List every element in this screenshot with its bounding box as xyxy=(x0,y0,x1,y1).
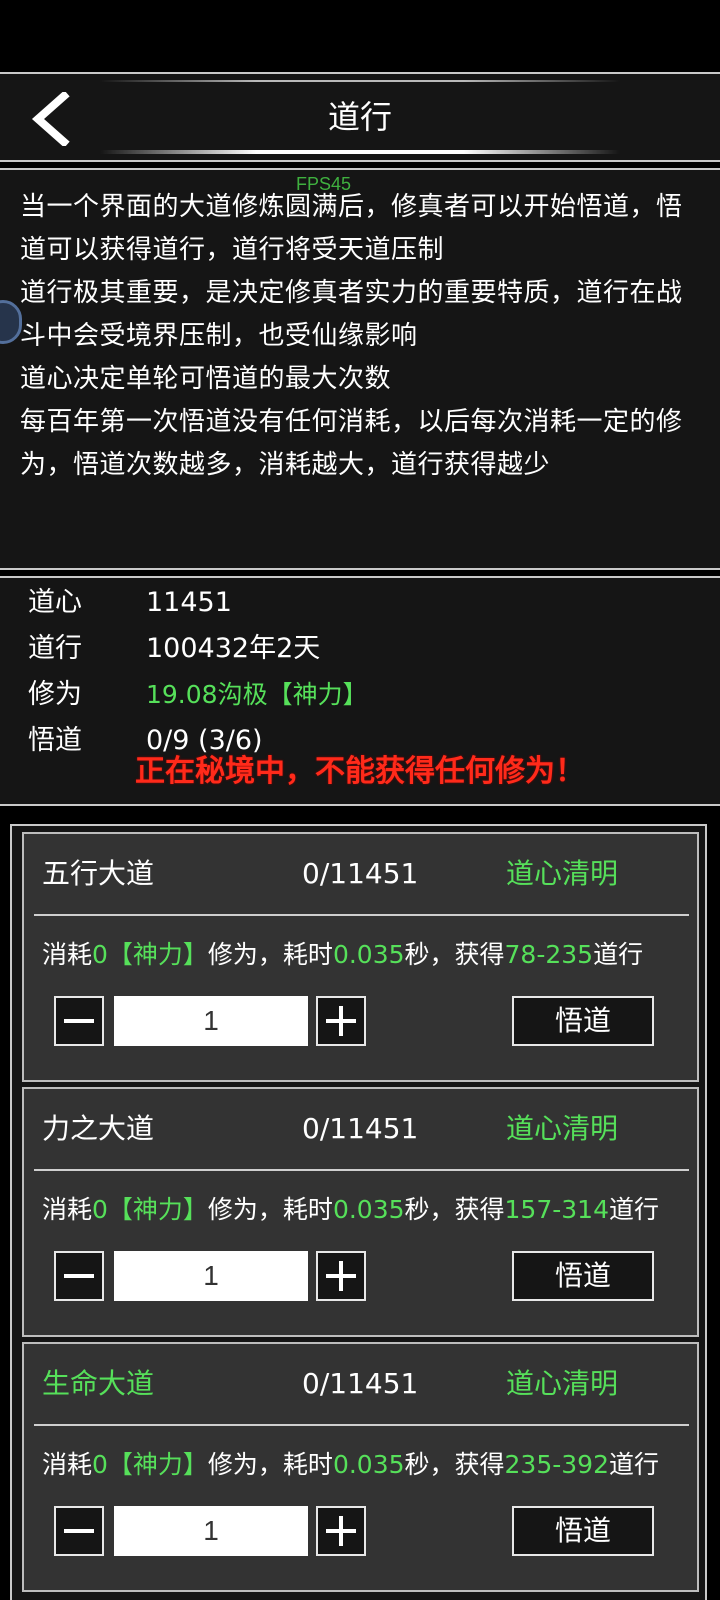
page-title: 道行 xyxy=(327,98,392,136)
gain-suffix: 道行 xyxy=(593,940,644,969)
stat-label: 道心 xyxy=(28,587,82,618)
gain-suffix: 道行 xyxy=(609,1450,660,1479)
wudao-button[interactable]: 悟道 xyxy=(512,1506,654,1556)
description-line: 道行极其重要，是决定修真者实力的重要特质，道行在战 xyxy=(20,278,683,308)
description-line: 道可以获得道行，道行将受天道压制 xyxy=(20,235,445,265)
cost-time-suffix: 秒，获得 xyxy=(404,1450,505,1479)
dao-cost-text: 消耗0【神力】修为，耗时0.035秒，获得78-235道行 xyxy=(42,934,643,976)
quantity-input[interactable] xyxy=(114,1506,308,1556)
cost-amount: 0【神力】 xyxy=(92,1195,208,1224)
dao-card-wuxing: 五行大道 0/11451 道心清明 消耗0【神力】修为，耗时0.035秒，获得7… xyxy=(22,832,699,1082)
cost-prefix: 消耗 xyxy=(42,1450,93,1479)
increase-button[interactable] xyxy=(316,1251,366,1301)
dao-name: 生命大道 xyxy=(42,1367,155,1400)
dao-status: 道心清明 xyxy=(506,1112,619,1145)
gain-range: 78-235 xyxy=(504,940,594,969)
gain-range: 235-392 xyxy=(504,1450,609,1479)
card-divider xyxy=(34,1424,689,1426)
cost-time-suffix: 秒，获得 xyxy=(404,940,505,969)
wudao-button[interactable]: 悟道 xyxy=(512,996,654,1046)
increase-button[interactable] xyxy=(316,996,366,1046)
quantity-input[interactable] xyxy=(114,1251,308,1301)
description-line: 为，悟道次数越多，消耗越大，道行获得越少 xyxy=(20,450,551,480)
description-panel: 当一个界面的大道修炼圆满后，修真者可以开始悟道，悟 道可以获得道行，道行将受天道… xyxy=(0,168,720,570)
cost-mid: 修为，耗时 xyxy=(207,1450,333,1479)
secret-realm-warning: 正在秘境中，不能获得任何修为！ xyxy=(135,754,585,789)
dao-name: 五行大道 xyxy=(42,857,155,890)
card-divider xyxy=(34,914,689,916)
dao-cost-text: 消耗0【神力】修为，耗时0.035秒，获得235-392道行 xyxy=(42,1444,659,1486)
increase-button[interactable] xyxy=(316,1506,366,1556)
dao-card-shengming: 生命大道 0/11451 道心清明 消耗0【神力】修为，耗时0.035秒，获得2… xyxy=(22,1342,699,1592)
decrease-button[interactable] xyxy=(54,996,104,1046)
decrease-button[interactable] xyxy=(54,1251,104,1301)
cost-amount: 0【神力】 xyxy=(92,940,208,969)
stat-value: 19.08沟极【神力】 xyxy=(146,680,368,709)
cost-mid: 修为，耗时 xyxy=(207,940,333,969)
stats-panel: 道心 11451 道行 100432年2天 修为 19.08沟极【神力】 悟道 … xyxy=(0,576,720,806)
card-divider xyxy=(34,1169,689,1171)
description-line: 当一个界面的大道修炼圆满后，修真者可以开始悟道，悟 xyxy=(20,192,683,222)
stat-value: 100432年2天 xyxy=(146,633,321,664)
dao-list-panel: 五行大道 0/11451 道心清明 消耗0【神力】修为，耗时0.035秒，获得7… xyxy=(10,824,707,1600)
cost-time: 0.035 xyxy=(332,940,405,969)
stat-label: 修为 xyxy=(28,679,82,710)
quantity-input[interactable] xyxy=(114,996,308,1046)
description-line: 每百年第一次悟道没有任何消耗，以后每次消耗一定的修 xyxy=(20,407,683,437)
header-bottom-line xyxy=(100,150,620,154)
dao-status: 道心清明 xyxy=(506,857,619,890)
cost-amount: 0【神力】 xyxy=(92,1450,208,1479)
cost-prefix: 消耗 xyxy=(42,1195,93,1224)
fps-counter: FPS45 xyxy=(296,174,352,194)
decrease-button[interactable] xyxy=(54,1506,104,1556)
back-arrow-icon[interactable] xyxy=(28,92,72,146)
gain-range: 157-314 xyxy=(504,1195,609,1224)
cost-prefix: 消耗 xyxy=(42,940,93,969)
cost-time-suffix: 秒，获得 xyxy=(404,1195,505,1224)
stat-label: 道行 xyxy=(28,633,82,664)
dao-name: 力之大道 xyxy=(42,1112,155,1145)
dao-progress: 0/11451 xyxy=(302,857,419,890)
wudao-button[interactable]: 悟道 xyxy=(512,1251,654,1301)
header-bar: 道行 xyxy=(0,72,720,162)
description-line: 道心决定单轮可悟道的最大次数 xyxy=(20,364,392,394)
gain-suffix: 道行 xyxy=(609,1195,660,1224)
dao-status: 道心清明 xyxy=(506,1367,619,1400)
description-line: 斗中会受境界压制，也受仙缘影响 xyxy=(20,321,418,351)
dao-progress: 0/11451 xyxy=(302,1112,419,1145)
dao-card-lizhi: 力之大道 0/11451 道心清明 消耗0【神力】修为，耗时0.035秒，获得1… xyxy=(22,1087,699,1337)
cost-time: 0.035 xyxy=(332,1195,405,1224)
cost-time: 0.035 xyxy=(332,1450,405,1479)
dao-progress: 0/11451 xyxy=(302,1367,419,1400)
dao-cost-text: 消耗0【神力】修为，耗时0.035秒，获得157-314道行 xyxy=(42,1189,659,1231)
stat-value: 11451 xyxy=(146,587,232,618)
cost-mid: 修为，耗时 xyxy=(207,1195,333,1224)
